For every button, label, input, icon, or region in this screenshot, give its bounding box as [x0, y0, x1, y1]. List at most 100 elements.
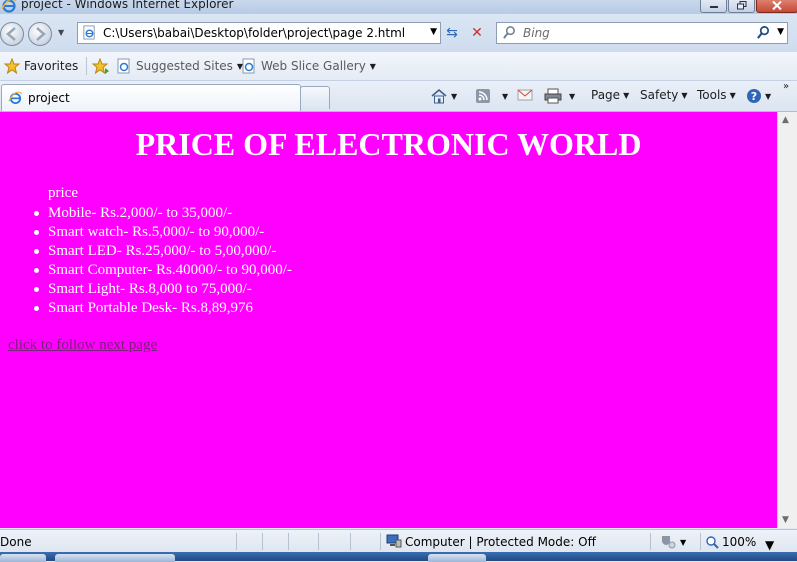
next-page-link[interactable]: click to follow next page — [8, 337, 157, 354]
page-ie-icon — [242, 58, 255, 74]
close-icon — [772, 0, 782, 10]
vertical-scrollbar[interactable]: ▲ ▼ — [777, 112, 797, 528]
printer-icon — [544, 88, 562, 104]
favorites-bar: Favorites Suggested Sites ▼ Web Slice Ga… — [0, 52, 797, 81]
page-ie-icon — [83, 25, 95, 40]
new-tab-button[interactable] — [300, 86, 330, 109]
suggested-sites-label: Suggested Sites — [136, 59, 233, 73]
add-to-favorites-bar-button[interactable] — [92, 58, 110, 74]
zoom-control[interactable]: 100% — [706, 535, 756, 549]
close-window-button[interactable] — [756, 0, 797, 13]
home-button[interactable]: ▼ — [430, 88, 457, 104]
page-ie-icon — [117, 58, 130, 74]
search-options-dropdown[interactable]: ▼ — [777, 27, 784, 37]
price-label: price — [48, 185, 78, 201]
status-bar: Done Computer | Protected Mode: Off ▼ 10… — [0, 529, 797, 552]
chevron-down-icon: ▼ — [451, 91, 458, 101]
favorites-label: Favorites — [24, 59, 79, 73]
rss-icon — [476, 89, 490, 103]
status-divider — [236, 533, 237, 550]
safety-menu-button[interactable]: Safety ▼ — [640, 88, 688, 102]
read-mail-button[interactable] — [517, 88, 533, 102]
tab-project[interactable]: project — [1, 84, 301, 111]
address-dropdown-icon[interactable]: ▼ — [430, 27, 437, 37]
more-commands-button[interactable]: » — [783, 81, 789, 92]
feeds-button[interactable]: ▼ — [475, 88, 508, 104]
tools-menu-button[interactable]: Tools ▼ — [697, 88, 736, 102]
add-ons-button[interactable]: ▼ — [658, 535, 686, 549]
star-icon — [4, 58, 20, 74]
list-item: Mobile- Rs.2,000/- to 35,000/- — [34, 204, 292, 223]
title-bar: project - Windows Internet Explorer — [0, 0, 797, 14]
web-slice-gallery-button[interactable]: Web Slice Gallery ▼ — [241, 58, 376, 74]
taskbar — [0, 552, 797, 562]
tab-bar: project ▼ ▼ ▼ Page ▼ Safety ▼ Tools ▼ ? … — [0, 81, 797, 112]
restore-icon — [736, 0, 746, 9]
ie-logo-icon — [8, 91, 23, 105]
maximize-button[interactable] — [728, 0, 755, 13]
status-divider — [350, 533, 351, 550]
favorites-button[interactable]: Favorites — [4, 58, 78, 74]
scroll-down-icon[interactable]: ▼ — [782, 515, 789, 525]
chevron-down-icon: ▼ — [681, 90, 688, 100]
stop-button[interactable]: ✕ — [468, 25, 486, 41]
web-slice-gallery-label: Web Slice Gallery — [261, 59, 366, 73]
help-icon: ? — [747, 89, 761, 103]
safety-menu-label: Safety — [640, 88, 679, 102]
status-divider — [700, 533, 701, 550]
chevron-right-icon: » — [783, 81, 790, 92]
favorites-divider — [86, 57, 87, 75]
chevron-down-icon: ▼ — [369, 61, 376, 71]
chevron-down-icon: ▼ — [569, 91, 576, 101]
search-box[interactable]: Bing ▼ — [496, 22, 788, 44]
window-title: project - Windows Internet Explorer — [21, 0, 234, 11]
status-divider — [288, 533, 289, 550]
help-button[interactable]: ? ▼ — [746, 88, 771, 104]
search-placeholder[interactable]: Bing — [523, 26, 550, 40]
computer-icon — [386, 534, 402, 548]
address-url[interactable]: C:\Users\babai\Desktop\folder\project\pa… — [103, 26, 405, 40]
price-list: Mobile- Rs.2,000/- to 35,000/- Smart wat… — [34, 204, 292, 318]
page-menu-button[interactable]: Page ▼ — [591, 88, 629, 102]
chevron-down-icon: ▼ — [765, 91, 772, 101]
scroll-up-icon[interactable]: ▲ — [782, 115, 789, 125]
print-button[interactable]: ▼ — [544, 88, 575, 104]
tab-label: project — [28, 91, 70, 105]
chevron-down-icon: ▼ — [729, 90, 736, 100]
tools-menu-label: Tools — [697, 88, 727, 102]
list-item: Smart LED- Rs.25,000/- to 5,00,000/- — [34, 242, 292, 261]
mail-icon — [517, 89, 533, 101]
minimize-icon — [709, 6, 718, 8]
list-item: Smart Computer- Rs.40000/- to 90,000/- — [34, 262, 292, 278]
ie-logo-icon — [1, 0, 17, 13]
stop-icon: ✕ — [471, 25, 483, 41]
forward-button[interactable] — [28, 22, 52, 46]
add-favorite-icon — [92, 58, 109, 74]
page-menu-label: Page — [591, 88, 621, 102]
chevron-down-icon: ▼ — [680, 537, 687, 547]
list-item: Smart watch- Rs.5,000/- to 90,000/- — [34, 223, 292, 242]
suggested-sites-button[interactable]: Suggested Sites ▼ — [116, 58, 243, 74]
back-button[interactable] — [0, 22, 24, 46]
back-arrow-icon — [6, 27, 16, 41]
bing-logo-icon — [503, 26, 515, 39]
status-text: Done — [0, 535, 32, 549]
address-bar[interactable]: C:\Users\babai\Desktop\folder\project\pa… — [77, 22, 441, 44]
home-icon — [431, 88, 447, 104]
zoom-dropdown-icon[interactable]: ▼ — [765, 538, 774, 552]
search-icon[interactable] — [756, 25, 771, 40]
svg-text:?: ? — [751, 90, 757, 103]
security-zone-text[interactable]: Computer | Protected Mode: Off — [405, 535, 596, 549]
status-divider — [380, 533, 381, 550]
minimize-button[interactable] — [700, 0, 727, 13]
page-viewport: PRICE OF ELECTRONIC WORLD price Mobile- … — [0, 112, 777, 528]
magnifier-icon — [706, 535, 719, 549]
chevron-down-icon: ▼ — [502, 91, 509, 101]
recent-pages-dropdown[interactable]: ▼ — [58, 28, 64, 37]
refresh-button[interactable]: ⇆ — [443, 25, 461, 41]
status-divider — [262, 533, 263, 550]
shield-icon — [662, 536, 676, 549]
list-item: Smart Light- Rs.8,000 to 75,000/- — [34, 280, 292, 299]
forward-arrow-icon — [36, 27, 46, 41]
zoom-level: 100% — [722, 535, 757, 549]
